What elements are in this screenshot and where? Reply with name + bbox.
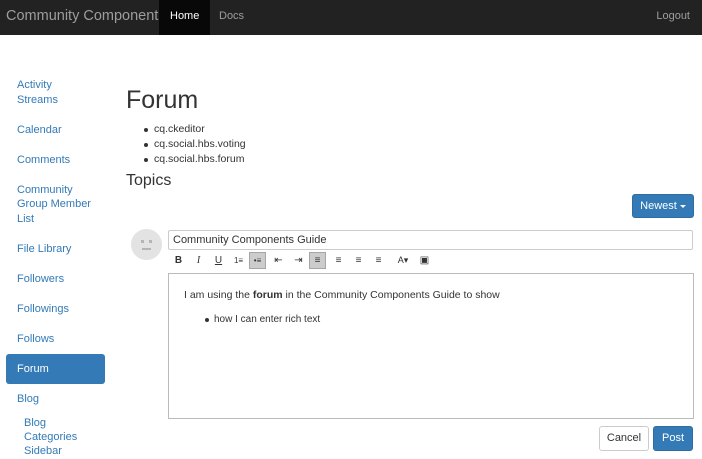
logout-link[interactable]: Logout (645, 0, 701, 35)
dependency-item: cq.social.hbs.forum (144, 153, 245, 165)
italic-icon[interactable]: I (190, 252, 207, 269)
post-button[interactable]: Post (653, 426, 693, 451)
sidebar-item-calendar[interactable]: Calendar (6, 115, 105, 145)
page-title: Forum (126, 86, 199, 114)
sidebar-item-blog[interactable]: Blog (6, 384, 105, 414)
sidebar-item-file-library[interactable]: File Library (6, 234, 105, 264)
sort-newest-label: Newest (640, 200, 677, 212)
editor-text: in the Community Components Guide to sho… (282, 289, 500, 301)
decrease-indent-icon[interactable]: ⇤ (270, 252, 287, 269)
underline-icon[interactable]: U (210, 252, 227, 269)
subject-input[interactable] (168, 230, 693, 250)
sidebar-subitem-sidebar[interactable]: Sidebar (6, 444, 105, 458)
dependency-item: cq.ckeditor (144, 122, 246, 137)
align-center-icon[interactable]: ≡ (330, 252, 347, 269)
nav-home[interactable]: Home (159, 0, 211, 35)
topics-heading: Topics (126, 172, 172, 189)
editor-bullet-item: how I can enter rich text (205, 313, 678, 327)
dependency-item: cq.social.hbs.voting (144, 138, 246, 150)
avatar (131, 229, 162, 260)
dependency-list: cq.ckeditor cq.social.hbs.voting cq.soci… (144, 122, 246, 167)
editor-bold-text: forum (252, 289, 283, 301)
image-icon[interactable]: ▣ (416, 252, 433, 269)
sidebar-nav: Activity Streams Calendar Comments Commu… (6, 70, 105, 458)
editor-text: I am using the (184, 289, 253, 301)
cancel-button[interactable]: Cancel (599, 426, 649, 451)
editor-bullet-list: how I can enter rich text (184, 313, 678, 327)
caret-down-icon (679, 204, 686, 208)
nav-docs[interactable]: Docs (208, 0, 255, 35)
sidebar-item-followers[interactable]: Followers (6, 264, 105, 294)
sidebar-item-activity-streams[interactable]: Activity Streams (6, 70, 105, 115)
sidebar-item-comments[interactable]: Comments (6, 145, 105, 175)
avatar-face-icon (131, 229, 162, 260)
bold-icon[interactable]: B (170, 252, 187, 269)
bulleted-list-icon[interactable]: •≡ (249, 252, 266, 269)
rich-text-editor[interactable]: I am using the forum in the Community Co… (168, 273, 694, 419)
text-color-icon[interactable]: A▾ (392, 252, 414, 269)
top-navbar: Community Components Home Docs Logout (0, 0, 702, 35)
sidebar-subitem-categories[interactable]: Categories (6, 430, 105, 444)
sidebar-item-followings[interactable]: Followings (6, 294, 105, 324)
align-right-icon[interactable]: ≡ (350, 252, 367, 269)
sort-newest-dropdown[interactable]: Newest (632, 194, 694, 218)
brand-link[interactable]: Community Components (6, 0, 166, 35)
sidebar-item-community-group-member-list[interactable]: Community Group Member List (6, 175, 105, 234)
numbered-list-icon[interactable]: 1≡ (230, 252, 247, 269)
justify-icon[interactable]: ≡ (370, 252, 387, 269)
editor-paragraph: I am using the forum in the Community Co… (184, 288, 678, 302)
sidebar-item-follows[interactable]: Follows (6, 324, 105, 354)
sidebar-item-forum[interactable]: Forum (6, 353, 105, 384)
sidebar-subitem-blog[interactable]: Blog (6, 414, 105, 430)
align-left-icon[interactable]: ≡ (309, 252, 326, 269)
increase-indent-icon[interactable]: ⇥ (290, 252, 307, 269)
